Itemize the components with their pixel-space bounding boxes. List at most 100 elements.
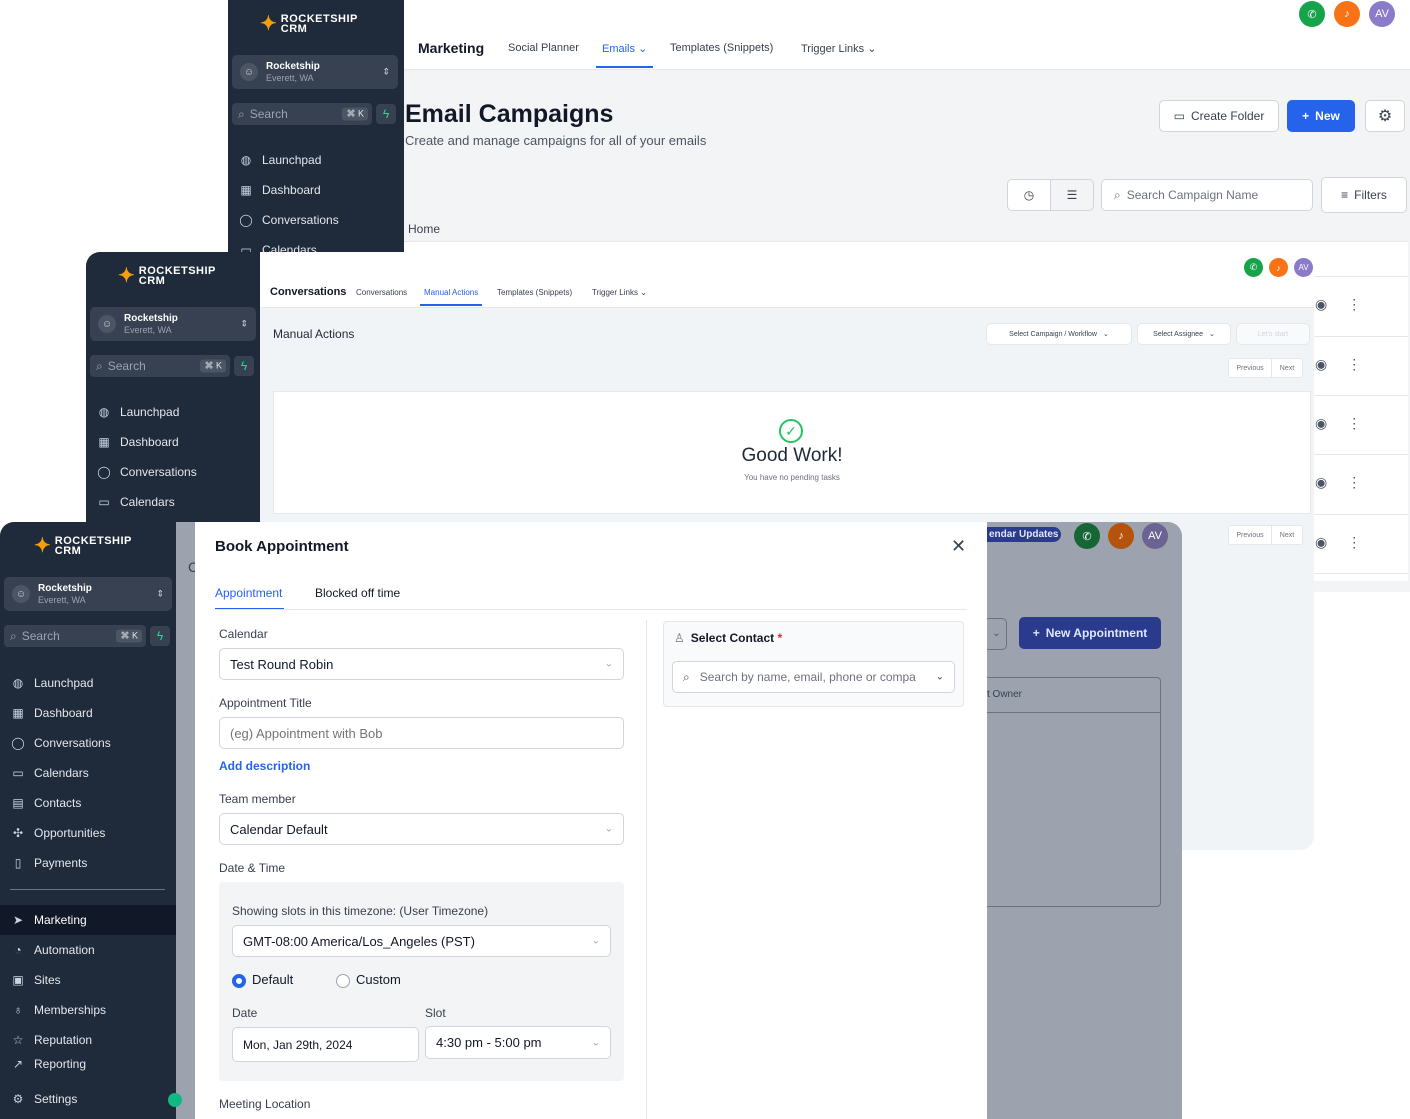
lets-start-button[interactable]: Let's start	[1236, 323, 1310, 345]
sidebar-item-conversations[interactable]: ◯ Conversations	[0, 728, 176, 758]
quick-action-bolt-icon[interactable]: ϟ	[234, 356, 254, 376]
tab-trigger-links[interactable]: Trigger Links ⌄	[592, 288, 647, 297]
more-vertical-icon[interactable]: ⋮	[1347, 534, 1361, 551]
user-avatar[interactable]: AV	[1142, 523, 1168, 549]
phone-icon[interactable]: ✆	[1074, 523, 1100, 549]
radio-default[interactable]: Default	[232, 972, 293, 988]
sidebar-item-opportunities[interactable]: ✣ Opportunities	[0, 818, 176, 848]
column-divider	[646, 620, 647, 1119]
search-icon: ⌕	[1114, 187, 1121, 202]
previous-button-bottom[interactable]: Previous	[1228, 525, 1272, 545]
sidebar-item-dashboard[interactable]: ▦ Dashboard	[0, 698, 176, 728]
sidebar-item-calendars[interactable]: ▭ Calendars	[86, 487, 260, 517]
new-appointment-button[interactable]: + New Appointment	[1019, 617, 1161, 649]
sidebar-item-sites[interactable]: ▣ Sites	[0, 965, 176, 995]
create-folder-button[interactable]: ▭ Create Folder	[1159, 100, 1279, 132]
calendar-select[interactable]: Test Round Robin ⌄	[219, 648, 624, 680]
tab-templates[interactable]: Templates (Snippets)	[670, 42, 773, 54]
select-campaign-dropdown[interactable]: Select Campaign / Workflow ⌄	[986, 323, 1132, 345]
tab-templates[interactable]: Templates (Snippets)	[497, 288, 572, 297]
sidebar-item-settings[interactable]: ⚙ Settings	[0, 1084, 176, 1114]
team-member-select[interactable]: Calendar Default ⌄	[219, 813, 624, 845]
campaign-search-input[interactable]: ⌕ Search Campaign Name	[1101, 179, 1313, 211]
user-avatar[interactable]: AV	[1369, 1, 1395, 27]
sidebar-item-calendars[interactable]: ▭ Calendars	[0, 758, 176, 788]
close-icon[interactable]: ✕	[951, 536, 966, 557]
sidebar-item-payments[interactable]: ▯ Payments	[0, 848, 176, 878]
tab-manual-actions[interactable]: Manual Actions	[420, 282, 483, 306]
sidebar-item-launchpad[interactable]: ◍ Launchpad	[228, 145, 404, 175]
sidebar-item-reputation[interactable]: ☆ Reputation	[0, 1025, 176, 1055]
search-input[interactable]: ⌕ Search ⌘ K	[232, 103, 372, 125]
date-input[interactable]: Mon, Jan 29th, 2024	[232, 1027, 419, 1062]
sidebar-item-launchpad[interactable]: ◍ Launchpad	[86, 397, 260, 427]
slot-select[interactable]: 4:30 pm - 5:00 pm ⌄	[425, 1026, 611, 1059]
user-avatar[interactable]: AV	[1294, 258, 1313, 277]
tab-social-planner[interactable]: Social Planner	[508, 42, 579, 54]
tab-emails[interactable]: Emails ⌄	[596, 34, 654, 68]
timezone-select[interactable]: GMT-08:00 America/Los_Angeles (PST) ⌄	[232, 925, 611, 957]
more-vertical-icon[interactable]: ⋮	[1347, 296, 1361, 313]
sidebar-item-marketing[interactable]: ➤ Marketing	[0, 905, 176, 935]
bell-icon[interactable]: ♪	[1334, 1, 1360, 27]
previous-button[interactable]: Previous	[1228, 358, 1272, 378]
row-divider	[1314, 573, 1408, 574]
tab-trigger-links[interactable]: Trigger Links ⌄	[801, 42, 876, 55]
sidebar-item-dashboard[interactable]: ▦ Dashboard	[228, 175, 404, 205]
collapse-sidebar-icon[interactable]	[168, 1093, 182, 1107]
quick-action-bolt-icon[interactable]: ϟ	[376, 104, 396, 124]
sidebar-item-conversations[interactable]: ◯ Conversations	[228, 205, 404, 235]
next-button[interactable]: Next	[1271, 358, 1303, 378]
chevron-down-icon: ⌄	[591, 935, 600, 947]
eye-icon[interactable]: ◉	[1315, 356, 1327, 373]
eye-icon[interactable]: ◉	[1315, 534, 1327, 551]
filters-button[interactable]: ≡ Filters	[1321, 177, 1407, 213]
search-input[interactable]: ⌕ Search ⌘ K	[4, 625, 146, 647]
tab-blocked-off-time[interactable]: Blocked off time	[315, 586, 400, 600]
new-button[interactable]: + New	[1287, 100, 1355, 132]
calendar-updates-badge[interactable]: endar Updates	[987, 527, 1061, 542]
settings-button[interactable]: ⚙	[1365, 100, 1405, 132]
location-switcher[interactable]: ☺ Rocketship Everett, WA ⇕	[4, 577, 172, 611]
contact-search-input[interactable]: ⌕ Search by name, email, phone or compa ⌄	[672, 661, 955, 693]
eye-icon[interactable]: ◉	[1315, 474, 1327, 491]
sidebar-item-reporting[interactable]: ↗ Reporting	[0, 1055, 176, 1071]
location-switcher[interactable]: ☺ Rocketship Everett, WA ⇕	[90, 307, 256, 341]
chevron-down-icon: ⌄	[640, 288, 647, 297]
more-vertical-icon[interactable]: ⋮	[1347, 415, 1361, 432]
more-vertical-icon[interactable]: ⋮	[1347, 356, 1361, 373]
sidebar-item-memberships[interactable]: ♁ Memberships	[0, 995, 176, 1025]
tab-divider	[215, 609, 967, 610]
history-button[interactable]: ◷	[1007, 179, 1051, 211]
select-assignee-dropdown[interactable]: Select Assignee ⌄	[1137, 323, 1231, 345]
location-switcher[interactable]: ☺ Rocketship Everett, WA ⇕	[232, 55, 398, 89]
add-description-link[interactable]: Add description	[219, 759, 310, 773]
quick-action-bolt-icon[interactable]: ϟ	[150, 626, 170, 646]
bell-icon[interactable]: ♪	[1269, 258, 1288, 277]
search-input[interactable]: ⌕ Search ⌘ K	[90, 355, 230, 377]
next-button-bottom[interactable]: Next	[1271, 525, 1303, 545]
gear-icon: ⚙	[12, 1092, 24, 1106]
sidebar-item-dashboard[interactable]: ▦ Dashboard	[86, 427, 260, 457]
tab-appointment[interactable]: Appointment	[215, 586, 285, 610]
breadcrumb[interactable]: Home	[408, 222, 440, 236]
sidebar-item-contacts[interactable]: ▤ Contacts	[0, 788, 176, 818]
eye-icon[interactable]: ◉	[1315, 415, 1327, 432]
check-circle-icon: ✓	[779, 419, 803, 443]
phone-icon[interactable]: ✆	[1299, 1, 1325, 27]
phone-icon[interactable]: ✆	[1244, 258, 1263, 277]
award-icon: ♁	[13, 1003, 23, 1017]
radio-custom[interactable]: Custom	[336, 972, 401, 988]
chevron-updown-icon: ⇕	[382, 66, 390, 77]
sidebar-item-launchpad[interactable]: ◍ Launchpad	[0, 668, 176, 698]
appointment-title-input[interactable]	[219, 717, 624, 749]
tab-conversations[interactable]: Conversations	[356, 288, 407, 297]
sidebar-item-conversations[interactable]: ◯ Conversations	[86, 457, 260, 487]
sidebar-item-automation[interactable]: ◔ Automation	[0, 935, 176, 965]
modal-title: Book Appointment	[215, 538, 349, 555]
list-view-button[interactable]: ☰	[1050, 179, 1094, 211]
filter-dropdown-partial[interactable]: ⌄	[987, 618, 1007, 650]
more-vertical-icon[interactable]: ⋮	[1347, 474, 1361, 491]
bell-icon[interactable]: ♪	[1108, 523, 1134, 549]
eye-icon[interactable]: ◉	[1315, 296, 1327, 313]
